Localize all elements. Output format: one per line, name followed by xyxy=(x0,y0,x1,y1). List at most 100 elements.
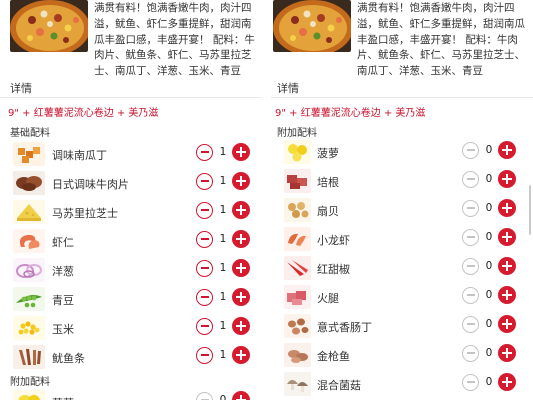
topping-name: 扇贝 xyxy=(317,205,339,218)
product-description: 满贯有料！饱满香嫩牛肉，肉汁四溢，鱿鱼、虾仁多重提鲜，甜润南瓜丰盈口感，丰盛开宴… xyxy=(94,2,255,78)
topping-row: 玉米 1 xyxy=(0,314,262,343)
decrease-button[interactable] xyxy=(462,171,479,188)
topping-row: 金枪鱼 0 xyxy=(271,341,533,370)
topping-name: 培根 xyxy=(317,176,339,189)
topping-name: 虾仁 xyxy=(52,236,74,249)
topping-row: 混合菌菇 0 xyxy=(271,370,533,399)
decrease-button[interactable] xyxy=(196,202,213,219)
increase-button[interactable] xyxy=(232,172,250,190)
quantity: 0 xyxy=(485,347,493,359)
decrease-button[interactable] xyxy=(462,200,479,217)
base-toppings-title: 基础配料 xyxy=(10,128,50,139)
decrease-button[interactable] xyxy=(196,173,213,190)
decrease-button[interactable] xyxy=(462,229,479,246)
topping-name: 玉米 xyxy=(52,323,74,336)
details-title: 详情 xyxy=(10,82,32,95)
quantity: 1 xyxy=(219,291,227,303)
corn-icon xyxy=(13,316,45,340)
quantity: 1 xyxy=(219,146,227,158)
increase-button[interactable] xyxy=(498,141,516,159)
topping-panel-right: 满贯有料！饱满香嫩牛肉，肉汁四溢，鱿鱼、虾仁多重提鲜，甜润南瓜丰盈口感，丰盛开宴… xyxy=(271,0,533,400)
decrease-button[interactable] xyxy=(462,287,479,304)
squid-icon xyxy=(13,345,45,369)
decrease-button[interactable] xyxy=(462,374,479,391)
beef-icon xyxy=(13,171,45,195)
quantity: 0 xyxy=(485,202,493,214)
tuna-icon xyxy=(284,343,311,367)
increase-button[interactable] xyxy=(232,201,250,219)
increase-button[interactable] xyxy=(498,344,516,362)
increase-button[interactable] xyxy=(232,259,250,277)
product-header: 满贯有料！饱满香嫩牛肉，肉汁四溢，鱿鱼、虾仁多重提鲜，甜润南瓜丰盈口感，丰盛开宴… xyxy=(0,0,262,80)
increase-button[interactable] xyxy=(232,317,250,335)
topping-row: 意式香肠丁 0 xyxy=(271,312,533,341)
extra-toppings-title: 附加配料 xyxy=(277,128,317,139)
topping-name: 调味南瓜丁 xyxy=(52,149,107,162)
decrease-button[interactable] xyxy=(196,347,213,364)
topping-row: 马苏里拉芝士 1 xyxy=(0,198,262,227)
decrease-button[interactable] xyxy=(196,392,213,400)
pizza-image xyxy=(10,0,88,52)
increase-button[interactable] xyxy=(498,228,516,246)
increase-button[interactable] xyxy=(232,346,250,364)
pumpkin-icon xyxy=(13,142,45,166)
shrimp-icon xyxy=(13,229,45,253)
topping-name: 菠萝 xyxy=(317,147,339,160)
topping-row: 菠萝 0 xyxy=(0,388,262,400)
panel-gap xyxy=(262,0,271,400)
decrease-button[interactable] xyxy=(196,289,213,306)
decrease-button[interactable] xyxy=(196,144,213,161)
increase-button[interactable] xyxy=(232,391,250,400)
increase-button[interactable] xyxy=(232,288,250,306)
scrollbar[interactable] xyxy=(529,185,531,235)
topping-name: 金枪鱼 xyxy=(317,350,350,363)
topping-name: 意式香肠丁 xyxy=(317,321,372,334)
decrease-button[interactable] xyxy=(196,318,213,335)
topping-name: 青豆 xyxy=(52,294,74,307)
increase-button[interactable] xyxy=(498,286,516,304)
quantity: 0 xyxy=(485,144,493,156)
product-header: 满贯有料！饱满香嫩牛肉，肉汁四溢，鱿鱼、虾仁多重提鲜，甜润南瓜丰盈口感，丰盛开宴… xyxy=(271,0,533,80)
increase-button[interactable] xyxy=(498,199,516,217)
onion-icon xyxy=(13,258,45,282)
decrease-button[interactable] xyxy=(196,260,213,277)
topping-row: 青豆 1 xyxy=(0,285,262,314)
topping-row: 火腿 0 xyxy=(271,283,533,312)
topping-row: 日式调味牛肉片 1 xyxy=(0,169,262,198)
topping-row: 菠萝 0 xyxy=(271,138,533,167)
decrease-button[interactable] xyxy=(462,345,479,362)
quantity: 1 xyxy=(219,262,227,274)
quantity: 0 xyxy=(485,260,493,272)
quantity: 1 xyxy=(219,320,227,332)
selected-options: 9" + 红薯薯泥流心卷边 + 美乃滋 xyxy=(275,108,426,119)
decrease-button[interactable] xyxy=(196,231,213,248)
decrease-button[interactable] xyxy=(462,258,479,275)
increase-button[interactable] xyxy=(498,373,516,391)
quantity: 0 xyxy=(485,318,493,330)
increase-button[interactable] xyxy=(498,170,516,188)
crayfish-icon xyxy=(284,227,311,251)
topping-name: 红甜椒 xyxy=(317,263,350,276)
product-description: 满贯有料！饱满香嫩牛肉，肉汁四溢，鱿鱼、虾仁多重提鲜，甜润南瓜丰盈口感，丰盛开宴… xyxy=(357,2,525,78)
quantity: 0 xyxy=(485,376,493,388)
divider xyxy=(0,97,262,98)
quantity: 1 xyxy=(219,349,227,361)
quantity: 0 xyxy=(485,173,493,185)
increase-button[interactable] xyxy=(232,230,250,248)
topping-name: 鱿鱼条 xyxy=(52,352,85,365)
decrease-button[interactable] xyxy=(462,142,479,159)
selected-options: 9" + 红薯薯泥流心卷边 + 美乃滋 xyxy=(8,108,159,119)
red-pepper-icon xyxy=(284,256,311,280)
cheese-icon xyxy=(13,200,45,224)
topping-row: 调味南瓜丁 1 xyxy=(0,140,262,169)
topping-name: 马苏里拉芝士 xyxy=(52,207,118,220)
decrease-button[interactable] xyxy=(462,316,479,333)
increase-button[interactable] xyxy=(232,143,250,161)
mushroom-icon xyxy=(284,372,311,396)
increase-button[interactable] xyxy=(498,315,516,333)
extra-toppings-title: 附加配料 xyxy=(10,377,50,388)
topping-row: 培根 0 xyxy=(271,167,533,196)
quantity: 1 xyxy=(219,233,227,245)
increase-button[interactable] xyxy=(498,257,516,275)
topping-row: 扇贝 0 xyxy=(271,196,533,225)
